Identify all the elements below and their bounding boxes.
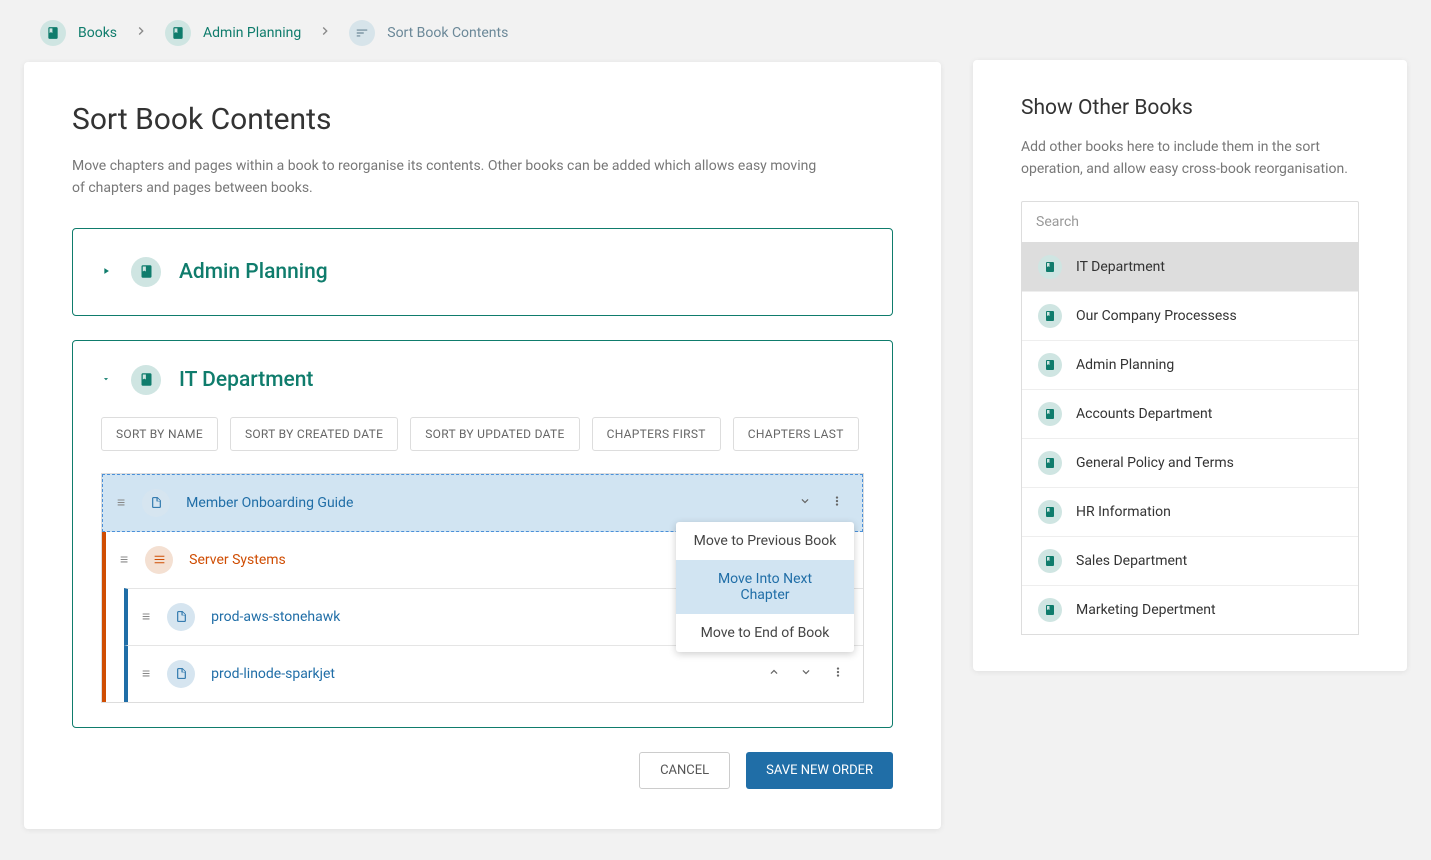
page-icon [167,603,195,631]
other-books-card: Show Other Books Add other books here to… [973,60,1407,671]
other-book-item[interactable]: Accounts Department [1022,390,1358,439]
book-icon [40,20,66,46]
dropdown-move-end-book[interactable]: Move to End of Book [676,614,854,652]
page-icon [142,489,170,517]
sort-item-page[interactable]: ≡ Member Onboarding Guide Move to Previo… [102,474,863,532]
breadcrumb-current: Sort Book Contents [349,20,508,46]
move-down-icon[interactable] [799,665,813,683]
book-title[interactable]: Admin Planning [179,260,328,284]
book-icon [1038,500,1062,524]
sort-by-updated-button[interactable]: SORT BY UPDATED DATE [410,417,579,451]
sort-list: ≡ Member Onboarding Guide Move to Previo… [101,473,864,703]
other-book-label: General Policy and Terms [1076,455,1234,471]
sort-by-name-button[interactable]: SORT BY NAME [101,417,218,451]
breadcrumb: Books Admin Planning Sort Book Contents [24,12,941,62]
sort-item-nested-page[interactable]: ≡ prod-linode-sparkjet [124,646,863,702]
book-icon [1038,451,1062,475]
expand-toggle[interactable] [101,264,113,280]
book-icon [1038,549,1062,573]
other-book-label: Our Company Processess [1076,308,1237,324]
move-down-icon[interactable] [798,494,812,512]
search-input[interactable] [1021,201,1359,243]
other-book-label: IT Department [1076,259,1165,275]
breadcrumb-admin-planning[interactable]: Admin Planning [165,20,301,46]
more-options-icon[interactable]: Move to Previous Book Move Into Next Cha… [830,494,844,512]
chevron-right-icon [317,23,333,43]
dropdown-move-prev-book[interactable]: Move to Previous Book [676,522,854,560]
sort-icon [349,20,375,46]
other-book-item[interactable]: Sales Department [1022,537,1358,586]
breadcrumb-label: Books [78,25,117,41]
other-book-label: Admin Planning [1076,357,1174,373]
side-title: Show Other Books [1021,96,1359,120]
drag-handle-icon[interactable]: ≡ [142,665,149,682]
book-icon [165,20,191,46]
other-book-label: Marketing Depertment [1076,602,1216,618]
other-book-item[interactable]: Our Company Processess [1022,292,1358,341]
other-book-item[interactable]: Marketing Depertment [1022,586,1358,634]
main-card: Sort Book Contents Move chapters and pag… [24,62,941,829]
move-up-icon[interactable] [767,665,781,683]
chapters-first-button[interactable]: CHAPTERS FIRST [592,417,721,451]
other-books-list: IT Department Our Company Processess Adm… [1021,243,1359,635]
book-icon [1038,255,1062,279]
drag-handle-icon[interactable]: ≡ [142,608,149,625]
other-book-item[interactable]: Admin Planning [1022,341,1358,390]
book-panel-admin-planning: Admin Planning [72,228,893,316]
save-button[interactable]: SAVE NEW ORDER [746,752,893,789]
item-label: Member Onboarding Guide [186,495,798,511]
book-icon [1038,598,1062,622]
other-book-item[interactable]: HR Information [1022,488,1358,537]
other-book-item[interactable]: General Policy and Terms [1022,439,1358,488]
page-icon [167,660,195,688]
item-label: prod-linode-sparkjet [211,666,767,682]
other-book-item[interactable]: IT Department [1022,243,1358,292]
chevron-right-icon [133,23,149,43]
breadcrumb-label: Sort Book Contents [387,25,508,41]
book-icon [131,365,161,395]
other-book-label: Sales Department [1076,553,1187,569]
drag-handle-icon[interactable]: ≡ [120,551,127,568]
book-title[interactable]: IT Department [179,368,313,392]
book-icon [1038,304,1062,328]
book-icon [1038,402,1062,426]
other-book-label: HR Information [1076,504,1171,520]
book-icon [131,257,161,287]
drag-handle-icon[interactable]: ≡ [117,494,124,511]
other-book-label: Accounts Department [1076,406,1212,422]
chapters-last-button[interactable]: CHAPTERS LAST [733,417,859,451]
cancel-button[interactable]: CANCEL [639,752,730,789]
page-title: Sort Book Contents [72,102,893,137]
breadcrumb-books[interactable]: Books [40,20,117,46]
dropdown-move-next-chapter[interactable]: Move Into Next Chapter [676,560,854,614]
chapter-icon [145,546,173,574]
collapse-toggle[interactable] [101,372,113,388]
book-icon [1038,353,1062,377]
breadcrumb-label: Admin Planning [203,25,301,41]
item-dropdown-menu: Move to Previous Book Move Into Next Cha… [676,522,854,652]
more-options-icon[interactable] [831,665,845,683]
sort-by-created-button[interactable]: SORT BY CREATED DATE [230,417,398,451]
page-description: Move chapters and pages within a book to… [72,155,832,200]
book-panel-it-department: IT Department SORT BY NAME SORT BY CREAT… [72,340,893,728]
side-description: Add other books here to include them in … [1021,136,1359,181]
